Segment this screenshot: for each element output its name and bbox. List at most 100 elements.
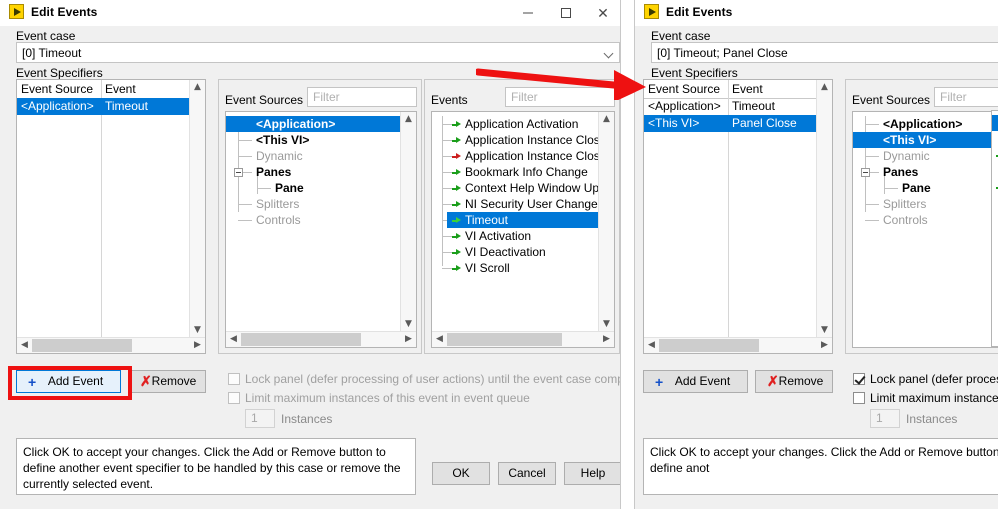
tree-item-controls[interactable]: Controls (226, 212, 416, 228)
tree-item-pane[interactable]: Pane (853, 180, 998, 196)
instances-input[interactable]: 1 (245, 409, 275, 428)
scroll-right-icon[interactable]: ▶ (190, 338, 205, 353)
tree-item-this-vi[interactable]: <This VI> (853, 132, 998, 148)
tree-item-splitters[interactable]: Splitters (226, 196, 416, 212)
event-item-ni-security-user-change[interactable]: NI Security User Change (432, 196, 614, 212)
table-row[interactable]: <Application> Timeout (17, 98, 205, 115)
tree-item-dynamic[interactable]: Dynamic (226, 148, 416, 164)
event-sources-filter-input[interactable]: Filter (307, 87, 417, 107)
event-case-combobox[interactable]: [0] Timeout (16, 42, 620, 63)
scroll-right-icon[interactable]: ▶ (599, 332, 614, 347)
tree-item-label: <This VI> (883, 133, 937, 147)
scrollbar-thumb[interactable] (32, 339, 132, 352)
instances-input[interactable]: 1 (870, 409, 900, 428)
vertical-scrollbar[interactable]: ▲ ▼ (400, 112, 416, 332)
event-item-label: Application Activation (465, 117, 579, 131)
event-specifiers-table[interactable]: Event Source Event <Application> Timeout… (16, 79, 206, 354)
horizontal-scrollbar[interactable]: ◀ ▶ (226, 331, 416, 347)
events-list-content: Application Activation Application Insta… (432, 112, 614, 347)
event-item-clipped[interactable] (992, 115, 998, 131)
horizontal-scrollbar[interactable]: ◀ ▶ (432, 331, 614, 347)
green-arrow-icon (452, 265, 461, 272)
tree-item-splitters[interactable]: Splitters (853, 196, 998, 212)
event-sources-filter-input[interactable]: Filter (934, 87, 998, 107)
event-item-context-help-window-updated[interactable]: Context Help Window Updated (432, 180, 614, 196)
ok-button[interactable]: OK (432, 462, 490, 485)
scrollbar-thumb[interactable] (241, 333, 361, 346)
event-case-combobox[interactable]: [0] Timeout; Panel Close (651, 42, 998, 63)
event-sources-tree[interactable]: <Application> <This VI> Dynamic Panes Pa… (225, 111, 417, 348)
tree-item-panes[interactable]: Panes (853, 164, 998, 180)
event-item-vi-deactivation[interactable]: VI Deactivation (432, 244, 614, 260)
tree-item-this-vi[interactable]: <This VI> (226, 132, 416, 148)
lock-panel-label: Lock panel (defer processing of (870, 372, 998, 386)
scroll-up-icon[interactable]: ▲ (190, 80, 205, 95)
red-arrow-icon (452, 153, 461, 160)
horizontal-scrollbar[interactable]: ◀ ▶ (644, 337, 832, 353)
horizontal-scrollbar[interactable]: ◀ ▶ (17, 337, 205, 353)
event-item-application-instance-close-filter[interactable]: Application Instance Close? (432, 148, 614, 164)
vertical-scrollbar[interactable]: ▲ ▼ (189, 80, 205, 338)
scroll-left-icon[interactable]: ◀ (432, 332, 447, 347)
limit-instances-checkbox[interactable] (853, 392, 865, 404)
tree-item-controls[interactable]: Controls (853, 212, 998, 228)
event-specifiers-table[interactable]: Event Source Event <Application> Timeout… (643, 79, 833, 354)
scroll-down-icon[interactable]: ▼ (401, 317, 416, 332)
add-event-button[interactable]: + Add Event (643, 370, 748, 393)
tree-item-panes[interactable]: Panes (226, 164, 416, 180)
event-item-clipped[interactable] (992, 179, 998, 195)
events-filter-input[interactable]: Filter (505, 87, 615, 107)
event-item-application-instance-close[interactable]: Application Instance Close (432, 132, 614, 148)
event-item-timeout[interactable]: Timeout (432, 212, 614, 228)
scroll-right-icon[interactable]: ▶ (401, 332, 416, 347)
tree-item-application[interactable]: <Application> (226, 116, 416, 132)
event-item-application-activation[interactable]: Application Activation (432, 116, 614, 132)
green-arrow-icon (452, 249, 461, 256)
event-item-vi-scroll[interactable]: VI Scroll (432, 260, 614, 276)
chevron-down-icon[interactable] (600, 43, 619, 62)
scrollbar-thumb[interactable] (659, 339, 759, 352)
vertical-scrollbar[interactable]: ▲ ▼ (816, 80, 832, 338)
scroll-down-icon[interactable]: ▼ (599, 317, 614, 332)
tree-item-pane[interactable]: Pane (226, 180, 416, 196)
cancel-button[interactable]: Cancel (498, 462, 556, 485)
event-sources-tree[interactable]: <Application> <This VI> Dynamic Panes Pa… (852, 111, 998, 348)
tree-item-dynamic[interactable]: Dynamic (853, 148, 998, 164)
vertical-scrollbar[interactable]: ▲ ▼ (598, 112, 614, 332)
lock-panel-checkbox[interactable] (853, 373, 865, 385)
table-row[interactable]: <Application> Timeout (644, 98, 832, 115)
filter-placeholder: Filter (940, 90, 967, 104)
scrollbar-thumb[interactable] (447, 333, 562, 346)
scroll-down-icon[interactable]: ▼ (190, 323, 205, 338)
events-panel: Events Filter Application Activation App… (424, 79, 620, 354)
scroll-left-icon[interactable]: ◀ (644, 338, 659, 353)
lock-panel-checkbox[interactable] (228, 373, 240, 385)
maximize-icon[interactable] (549, 0, 583, 26)
add-event-button[interactable]: + Add Event (16, 370, 121, 393)
table-row[interactable]: <This VI> Panel Close (644, 115, 832, 132)
column-header-event: Event (105, 82, 136, 96)
filter-placeholder: Filter (511, 90, 538, 104)
scroll-up-icon[interactable]: ▲ (401, 112, 416, 127)
scroll-right-icon[interactable]: ▶ (817, 338, 832, 353)
scroll-left-icon[interactable]: ◀ (226, 332, 241, 347)
help-text: Click OK to accept your changes. Click t… (23, 445, 401, 491)
events-list[interactable]: Application Activation Application Insta… (431, 111, 615, 348)
remove-button[interactable]: ✗ Remove (755, 370, 833, 393)
event-sources-panel: Event Sources Filter <Application> <This… (218, 79, 422, 354)
event-item-bookmark-info-change[interactable]: Bookmark Info Change (432, 164, 614, 180)
tree-item-application[interactable]: <Application> (853, 116, 998, 132)
help-button[interactable]: Help (564, 462, 620, 485)
scroll-left-icon[interactable]: ◀ (17, 338, 32, 353)
event-item-clipped[interactable] (992, 147, 998, 163)
scroll-down-icon[interactable]: ▼ (817, 323, 832, 338)
scroll-up-icon[interactable]: ▲ (599, 112, 614, 127)
minimize-icon[interactable] (511, 0, 545, 26)
green-arrow-icon (452, 121, 461, 128)
limit-instances-checkbox[interactable] (228, 392, 240, 404)
close-icon[interactable]: ✕ (586, 0, 620, 26)
events-list-clipped[interactable] (991, 110, 998, 347)
remove-button[interactable]: ✗ Remove (128, 370, 206, 393)
scroll-up-icon[interactable]: ▲ (817, 80, 832, 95)
event-item-vi-activation[interactable]: VI Activation (432, 228, 614, 244)
